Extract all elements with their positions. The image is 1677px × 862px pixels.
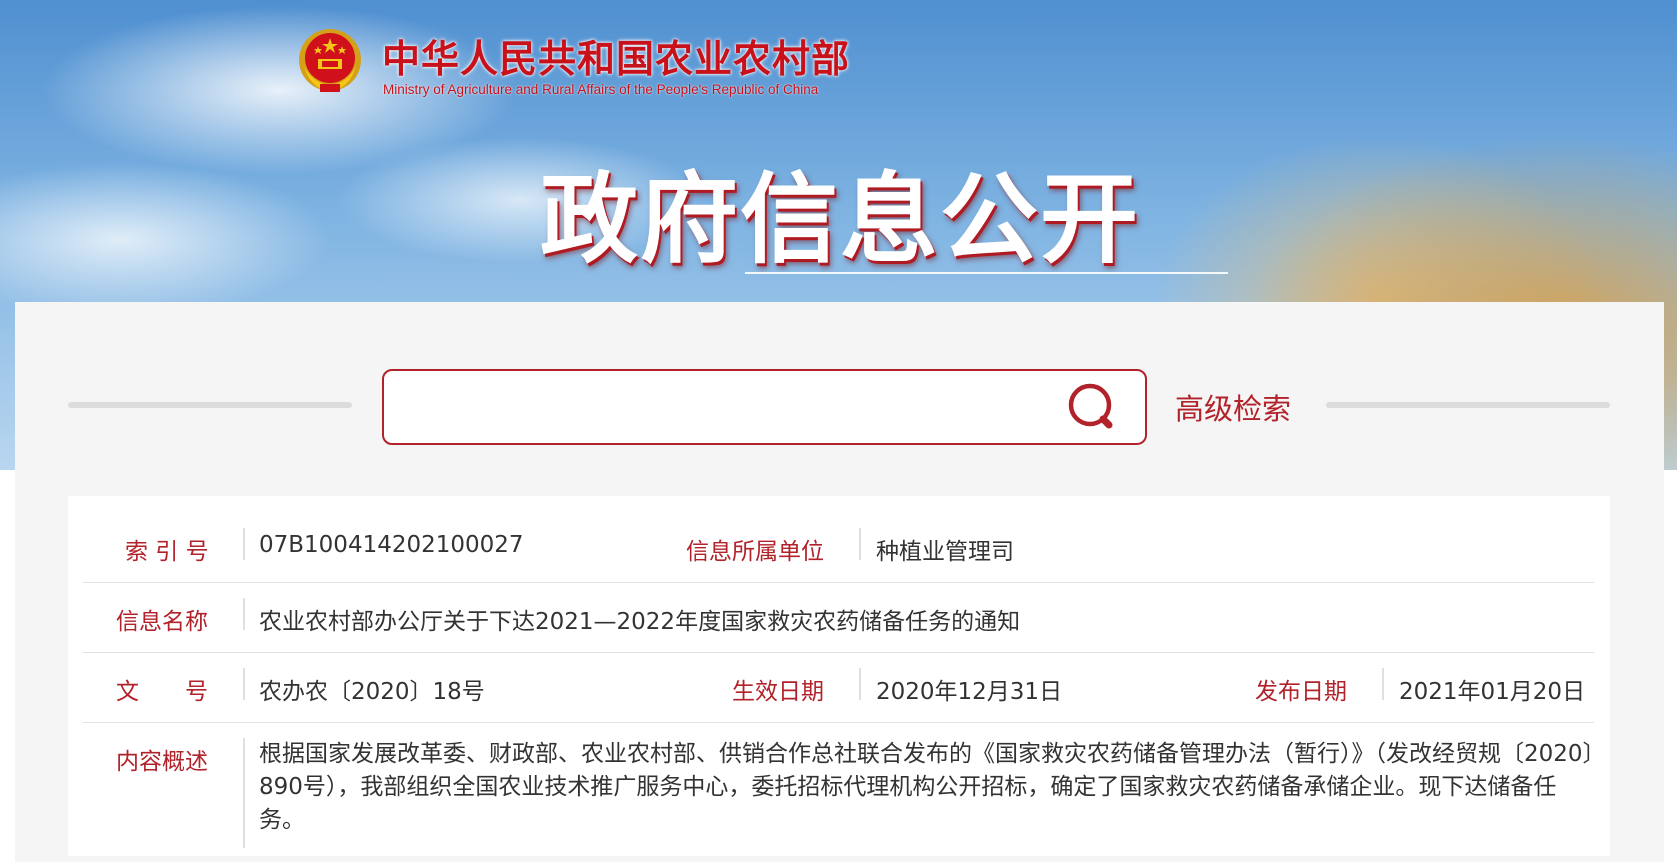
info-row-index: 索 引 号 07B100414202100027 信息所属单位 种植业管理司 [83,496,1594,583]
info-row-summary: 内容概述 根据国家发展改革委、财政部、农业农村部、供销合作总社联合发布的《国家救… [83,722,1594,862]
separator [859,668,861,700]
doc-number-value: 农办农〔2020〕18号 [259,679,485,705]
search-input[interactable] [400,381,1044,435]
effective-date-value: 2020年12月31日 [876,679,1063,705]
advanced-search-link[interactable]: 高级检索 [1175,386,1291,428]
unit-value: 种植业管理司 [876,539,1014,565]
right-divider-line [1326,402,1610,408]
section-title: 政府信息公开 [540,163,1141,277]
name-label: 信息名称 [116,609,208,635]
effective-date-label: 生效日期 [732,679,824,705]
summary-text: 根据国家发展改革委、财政部、农业农村部、供销合作总社联合发布的《国家救灾农药储备… [259,741,1595,833]
national-emblem-icon [299,29,361,92]
search-box [382,369,1147,445]
search-button[interactable] [1064,381,1124,435]
site-subtitle: Ministry of Agriculture and Rural Affair… [383,82,819,97]
publish-date-label: 发布日期 [1255,679,1347,705]
unit-label: 信息所属单位 [686,539,824,565]
separator [243,528,245,560]
separator [243,668,245,700]
info-row-name: 信息名称 农业农村部办公厅关于下达2021—2022年度国家救灾农药储备任务的通… [83,582,1594,653]
title-underline [745,272,1228,274]
search-icon [1068,383,1113,429]
doc-number-label: 文 号 [116,679,208,705]
summary-label: 内容概述 [116,749,208,775]
separator [243,598,245,630]
separator [1382,668,1384,700]
info-row-doc: 文 号 农办农〔2020〕18号 生效日期 2020年12月31日 发布日期 2… [83,652,1594,723]
info-table: 索 引 号 07B100414202100027 信息所属单位 种植业管理司 信… [68,496,1610,856]
left-divider-line [68,402,352,408]
index-value: 07B100414202100027 [259,532,524,558]
index-label: 索 引 号 [125,539,209,565]
separator [243,738,245,848]
publish-date-value: 2021年01月20日 [1399,679,1586,705]
separator [859,528,861,560]
name-value: 农业农村部办公厅关于下达2021—2022年度国家救灾农药储备任务的通知 [259,609,1021,635]
site-title: 中华人民共和国农业农村部 [382,36,851,81]
